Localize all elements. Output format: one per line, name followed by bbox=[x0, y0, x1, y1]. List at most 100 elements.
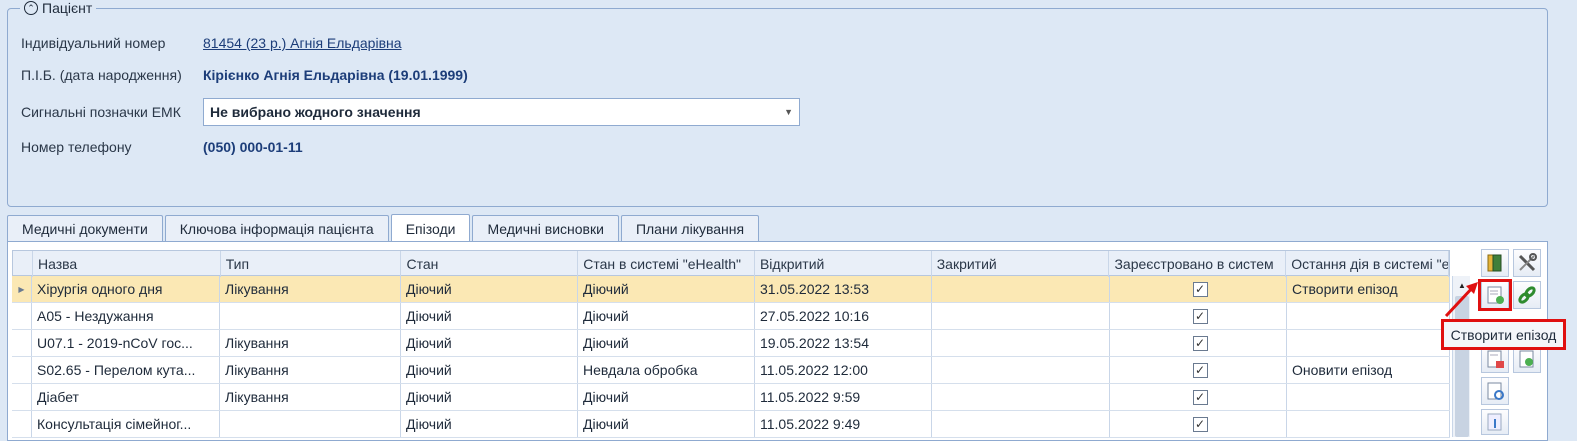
cell-name[interactable]: Діабет bbox=[32, 384, 220, 410]
link-button[interactable] bbox=[1513, 281, 1541, 309]
cell-registered[interactable]: ✓ bbox=[1110, 411, 1287, 437]
cell-registered[interactable]: ✓ bbox=[1110, 384, 1287, 410]
tab-episodes[interactable]: Епізоди bbox=[390, 214, 471, 242]
cell-ehealth-state[interactable]: Невдала обробка bbox=[578, 357, 755, 383]
cell-closed[interactable] bbox=[932, 330, 1110, 356]
cell-opened[interactable]: 19.05.2022 13:54 bbox=[755, 330, 932, 356]
cell-registered[interactable]: ✓ bbox=[1110, 303, 1287, 329]
cell-type[interactable]: Лікування bbox=[220, 384, 401, 410]
cell-last-action[interactable] bbox=[1287, 411, 1450, 437]
id-link[interactable]: 81454 (23 р.) Агнія Ельдарівна bbox=[203, 35, 402, 51]
cell-name[interactable]: U07.1 - 2019-nCoV гос... bbox=[32, 330, 220, 356]
cell-ehealth-state[interactable]: Діючий bbox=[578, 303, 755, 329]
cell-last-action[interactable]: Оновити епізод bbox=[1287, 357, 1450, 383]
registered-checkbox[interactable]: ✓ bbox=[1192, 335, 1208, 351]
cell-closed[interactable] bbox=[932, 384, 1110, 410]
tab-medical-documents[interactable]: Медичні документи bbox=[7, 215, 163, 242]
column-header-state[interactable]: Стан bbox=[401, 251, 579, 277]
cell-closed[interactable] bbox=[932, 411, 1110, 437]
chevron-up-icon[interactable]: ⌃ bbox=[24, 1, 38, 15]
registered-checkbox[interactable]: ✓ bbox=[1192, 362, 1208, 378]
cell-type[interactable]: Лікування bbox=[220, 330, 401, 356]
tab-treatment-plans[interactable]: Плани лікування bbox=[620, 215, 760, 242]
cell-type[interactable] bbox=[220, 411, 401, 437]
tab-key-info[interactable]: Ключова інформація пацієнта bbox=[164, 215, 389, 242]
cell-registered[interactable]: ✓ bbox=[1110, 330, 1287, 356]
patient-group-title: Пацієнт bbox=[42, 0, 93, 16]
cell-registered[interactable]: ✓ bbox=[1110, 357, 1287, 383]
cell-closed[interactable] bbox=[932, 357, 1110, 383]
table-row[interactable]: A05 - Нездужання Діючий Діючий 27.05.202… bbox=[12, 303, 1450, 330]
cell-closed[interactable] bbox=[932, 303, 1110, 329]
tab-medical-conclusions[interactable]: Медичні висновки bbox=[472, 215, 619, 242]
pointer-arrow-icon bbox=[1444, 282, 1478, 318]
cell-name[interactable]: A05 - Нездужання bbox=[32, 303, 220, 329]
cell-type[interactable]: Лікування bbox=[220, 276, 401, 302]
cell-state[interactable]: Діючий bbox=[401, 357, 578, 383]
cell-closed[interactable] bbox=[932, 276, 1110, 302]
column-header-last-action[interactable]: Остання дія в системі "e bbox=[1286, 251, 1449, 277]
cell-ehealth-state[interactable]: Діючий bbox=[578, 330, 755, 356]
id-label: Індивідуальний номер bbox=[21, 35, 166, 51]
table-row[interactable]: ▶ Хірургія одного дня Лікування Діючий Д… bbox=[12, 276, 1450, 303]
table-row[interactable]: Консультація сімейног... Діючий Діючий 1… bbox=[12, 411, 1450, 438]
column-header-ehealth-state[interactable]: Стан в системі "eHealth" bbox=[578, 251, 755, 277]
name-label: П.І.Б. (дата народження) bbox=[21, 67, 182, 83]
cell-opened[interactable]: 11.05.2022 12:00 bbox=[755, 357, 932, 383]
document-delete-icon bbox=[1487, 350, 1504, 368]
cell-type[interactable]: Лікування bbox=[220, 357, 401, 383]
cell-last-action[interactable] bbox=[1287, 384, 1450, 410]
table-row[interactable]: Діабет Лікування Діючий Діючий 11.05.202… bbox=[12, 384, 1450, 411]
table-row[interactable]: U07.1 - 2019-nCoV гос... Лікування Діючи… bbox=[12, 330, 1450, 357]
book-button[interactable] bbox=[1481, 249, 1509, 277]
cell-opened[interactable]: 31.05.2022 13:53 bbox=[755, 276, 932, 302]
cell-ehealth-state[interactable]: Діючий bbox=[578, 384, 755, 410]
phone-value: (050) 000-01-11 bbox=[203, 139, 303, 155]
column-header-name[interactable]: Назва bbox=[33, 251, 221, 277]
phone-label: Номер телефону bbox=[21, 139, 132, 155]
registered-checkbox[interactable]: ✓ bbox=[1192, 281, 1208, 297]
refresh-document-button[interactable] bbox=[1481, 377, 1509, 405]
cell-last-action[interactable] bbox=[1287, 330, 1450, 356]
cell-name[interactable]: S02.65 - Перелом кута... bbox=[32, 357, 220, 383]
column-header-opened[interactable]: Відкритий bbox=[755, 251, 932, 277]
table-row[interactable]: S02.65 - Перелом кута... Лікування Діючи… bbox=[12, 357, 1450, 384]
cell-type[interactable] bbox=[220, 303, 401, 329]
column-header-registered[interactable]: Зареєстровано в систем bbox=[1109, 251, 1287, 277]
cell-last-action[interactable]: Створити епізод bbox=[1287, 276, 1450, 302]
cell-registered[interactable]: ✓ bbox=[1110, 276, 1287, 302]
document-link-icon bbox=[1519, 350, 1534, 368]
patient-group-header[interactable]: ⌃ Пацієнт bbox=[20, 0, 97, 16]
column-header-type[interactable]: Тип bbox=[221, 251, 402, 277]
cell-state[interactable]: Діючий bbox=[401, 330, 578, 356]
document-down-icon bbox=[1487, 413, 1502, 431]
registered-checkbox[interactable]: ✓ bbox=[1192, 308, 1208, 324]
header-indicator bbox=[13, 251, 33, 277]
tools-button[interactable] bbox=[1513, 249, 1541, 277]
episodes-grid: Назва Тип Стан Стан в системі "eHealth" … bbox=[12, 250, 1450, 438]
registered-checkbox[interactable]: ✓ bbox=[1192, 389, 1208, 405]
cell-state[interactable]: Діючий bbox=[401, 303, 578, 329]
registered-checkbox[interactable]: ✓ bbox=[1192, 416, 1208, 432]
cell-ehealth-state[interactable]: Діючий bbox=[578, 276, 755, 302]
cell-state[interactable]: Діючий bbox=[401, 276, 578, 302]
cell-last-action[interactable] bbox=[1287, 303, 1450, 329]
column-header-closed[interactable]: Закритий bbox=[932, 251, 1110, 277]
tools-icon bbox=[1518, 253, 1537, 272]
dropdown-arrow-icon[interactable]: ▼ bbox=[784, 107, 793, 117]
signal-select[interactable]: Не вибрано жодного значення ▼ bbox=[203, 98, 800, 126]
cell-opened[interactable]: 11.05.2022 9:49 bbox=[755, 411, 932, 437]
cell-state[interactable]: Діючий bbox=[401, 384, 578, 410]
signal-label: Сигнальні позначки ЕМК bbox=[21, 104, 181, 120]
cell-opened[interactable]: 27.05.2022 10:16 bbox=[755, 303, 932, 329]
download-document-button[interactable] bbox=[1481, 409, 1509, 435]
cell-state[interactable]: Діючий bbox=[401, 411, 578, 437]
cell-ehealth-state[interactable]: Діючий bbox=[578, 411, 755, 437]
signal-row: Сигнальні позначки ЕМК Не вибрано жодног… bbox=[21, 98, 800, 126]
signal-select-value: Не вибрано жодного значення bbox=[210, 104, 421, 120]
cell-name[interactable]: Консультація сімейног... bbox=[32, 411, 220, 437]
cell-opened[interactable]: 11.05.2022 9:59 bbox=[755, 384, 932, 410]
cell-name[interactable]: Хірургія одного дня bbox=[32, 276, 220, 302]
row-indicator bbox=[12, 357, 32, 383]
row-indicator bbox=[12, 384, 32, 410]
